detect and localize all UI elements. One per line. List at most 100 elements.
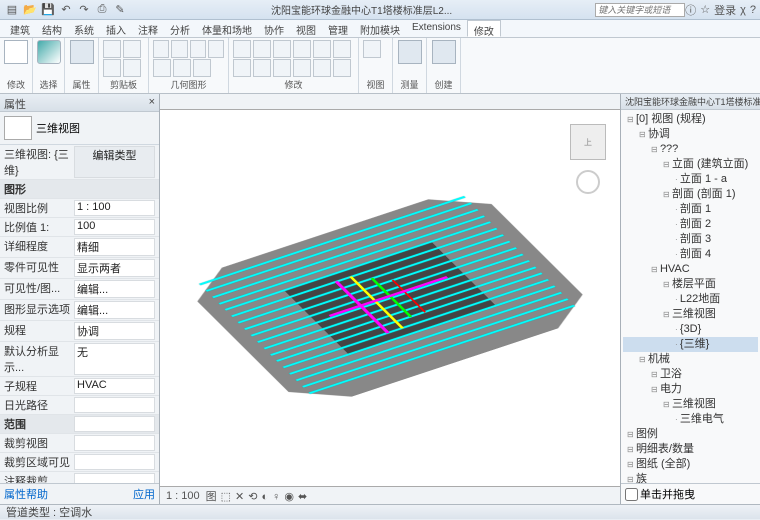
prop-value[interactable]: 编辑... [74,280,155,298]
prop-value[interactable] [74,397,155,413]
tree-node[interactable]: 协调 [623,127,758,142]
modify-tool-button[interactable] [4,40,28,64]
match-button[interactable] [123,59,141,77]
exchange-icon[interactable]: χ [740,4,746,16]
tree-node[interactable]: 剖面 2 [623,217,758,232]
tree-node[interactable]: 剖面 4 [623,247,758,262]
tree-node[interactable]: 族 [623,472,758,483]
tree-node[interactable]: 立面 (建筑立面) [623,157,758,172]
redo-icon[interactable]: ↷ [76,2,92,18]
ribbon-tab[interactable]: 分析 [164,20,196,37]
mod-btn[interactable] [233,40,251,58]
type-selector[interactable]: 三维视图: {三维} [4,146,74,178]
cut-button[interactable] [123,40,141,58]
select-button[interactable] [37,40,60,64]
tree-node[interactable]: {3D} [623,322,758,337]
prop-value[interactable] [74,435,155,451]
ribbon-tab[interactable]: 附加模块 [354,20,406,37]
login-link[interactable]: 登录 [714,2,736,18]
geom-btn[interactable] [190,40,206,58]
ribbon-tab[interactable]: 注释 [132,20,164,37]
info-icon[interactable]: ⓘ [685,2,696,18]
tree-node[interactable]: 图例 [623,427,758,442]
prop-value[interactable] [74,473,155,483]
3d-viewport[interactable]: 上 [160,110,620,486]
app-menu-icon[interactable]: ▤ [4,2,20,18]
properties-button[interactable] [69,40,94,64]
view-control-icon[interactable]: ◐ [261,491,268,503]
ribbon-tab[interactable]: 插入 [100,20,132,37]
mod-btn[interactable] [253,40,271,58]
mod-btn[interactable] [333,59,351,77]
prop-value[interactable]: 编辑... [74,301,155,319]
help-search-input[interactable] [595,3,685,17]
ribbon-tab[interactable]: 管理 [322,20,354,37]
ribbon-tab[interactable]: Extensions [406,20,467,37]
view-control-icon[interactable]: ✕ [235,491,244,503]
geom-btn[interactable] [171,40,187,58]
ribbon-tab[interactable]: 体量和场地 [196,20,258,37]
view-control-icon[interactable]: ⬌ [298,491,307,503]
mod-btn[interactable] [313,40,331,58]
print-icon[interactable]: ⎙ [94,2,110,18]
footer-checkbox[interactable]: 单击并拖曳 [625,486,756,502]
tree-node[interactable]: 机械 [623,352,758,367]
copy-button[interactable] [103,59,121,77]
tree-node[interactable]: 电力 [623,382,758,397]
geom-btn[interactable] [153,59,171,77]
tree-node[interactable]: 剖面 (剖面 1) [623,187,758,202]
prop-value[interactable]: 精细 [74,238,155,256]
prop-value[interactable]: 100 [74,219,155,235]
ribbon-tab[interactable]: 结构 [36,20,68,37]
close-icon[interactable]: × [149,96,155,109]
measure-button[interactable] [397,40,422,64]
prop-value[interactable]: 显示两者 [74,259,155,277]
mod-btn[interactable] [233,59,251,77]
tree-node[interactable]: 剖面 1 [623,202,758,217]
mod-btn[interactable] [293,40,311,58]
props-help-link[interactable]: 属性帮助 [4,486,48,502]
tree-node[interactable]: L22地面 [623,292,758,307]
tree-node[interactable]: 三维电气 [623,412,758,427]
mod-btn[interactable] [273,40,291,58]
help-icon[interactable]: ? [750,4,756,16]
undo-icon[interactable]: ↶ [58,2,74,18]
tree-node[interactable]: 图纸 (全部) [623,457,758,472]
mod-btn[interactable] [273,59,291,77]
mod-btn[interactable] [313,59,331,77]
qat-icon[interactable]: ✎ [112,2,128,18]
save-icon[interactable]: 💾 [40,2,56,18]
prop-value[interactable]: 无 [74,343,155,375]
geom-btn[interactable] [153,40,169,58]
tree-node[interactable]: 明细表/数量 [623,442,758,457]
mod-btn[interactable] [253,59,271,77]
prop-value[interactable] [74,454,155,470]
ribbon-tab[interactable]: 修改 [467,20,501,37]
create-button[interactable] [431,40,456,64]
ribbon-tab[interactable]: 系统 [68,20,100,37]
mod-btn[interactable] [333,40,351,58]
geom-btn[interactable] [193,59,211,77]
nav-wheel[interactable] [576,170,600,194]
tree-node[interactable]: 楼层平面 [623,277,758,292]
ribbon-tab[interactable]: 协作 [258,20,290,37]
geom-btn[interactable] [208,40,224,58]
ribbon-tab[interactable]: 建筑 [4,20,36,37]
tree-node[interactable]: ??? [623,142,758,157]
tree-node[interactable]: {三维} [623,337,758,352]
geom-btn[interactable] [173,59,191,77]
scale-display[interactable]: 1 : 100 [166,490,200,502]
apply-button[interactable]: 应用 [133,486,155,502]
edit-type-button[interactable]: 编辑类型 [74,146,155,178]
tree-node[interactable]: [0] 视图 (规程) [623,112,758,127]
tree-node[interactable]: 卫浴 [623,367,758,382]
view-control-icon[interactable]: ♀ [272,491,280,503]
prop-value[interactable]: HVAC [74,378,155,394]
view-control-icon[interactable]: ◉ [284,491,294,503]
mod-btn[interactable] [293,59,311,77]
ribbon-tab[interactable]: 视图 [290,20,322,37]
view-control-icon[interactable]: ⟲ [248,491,257,503]
prop-value[interactable] [74,416,155,432]
view-control-icon[interactable]: ⬚ [221,491,231,503]
view-cube[interactable]: 上 [570,124,606,160]
